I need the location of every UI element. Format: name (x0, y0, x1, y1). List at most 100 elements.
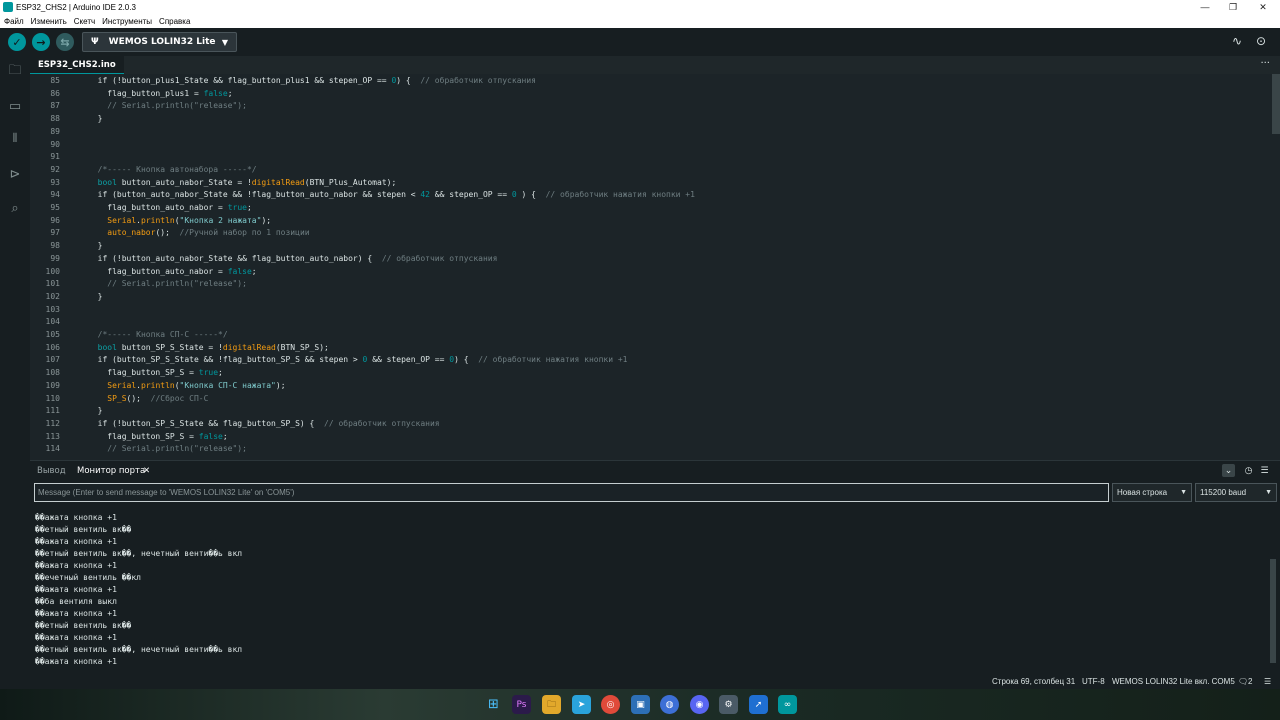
autoscroll-icon[interactable]: ⌄ (1222, 464, 1235, 477)
line-number: 113 (45, 431, 60, 441)
menu-help[interactable]: Справка (159, 17, 190, 26)
debug-icon[interactable]: ⊳ (7, 166, 23, 182)
line-number: 93 (50, 177, 60, 187)
line-number: 86 (50, 88, 60, 98)
chrome-icon[interactable]: ◎ (601, 695, 620, 714)
board-selector[interactable]: Ψ WEMOS LOLIN32 Lite ▼ (82, 32, 237, 52)
line-number: 102 (45, 291, 60, 301)
code-text: /*----- Кнопка автонабора -----*/ (97, 164, 257, 174)
code-line: 110 SP_S(); //Сброс СП-С (30, 393, 1270, 406)
code-text: bool button_auto_nabor_State = !digitalR… (97, 177, 397, 187)
upload-button[interactable]: → (32, 33, 50, 51)
app-icon[interactable]: ▣ (631, 695, 650, 714)
tab-serial-monitor[interactable]: Монитор порта (77, 466, 145, 476)
line-number: 104 (45, 317, 60, 327)
line-number: 85 (50, 76, 60, 85)
discord-icon[interactable]: ◉ (690, 695, 709, 714)
serial-line: ��ажата кнопка +1 (35, 561, 117, 570)
code-line: 94 if (button_auto_nabor_State && !flag_… (30, 189, 1270, 202)
minimize-button[interactable]: — (1190, 0, 1220, 14)
code-text: if (button_auto_nabor_State && !flag_but… (88, 190, 695, 200)
code-line: 102 } (30, 291, 1270, 304)
line-number: 92 (50, 164, 60, 174)
code-line: 100 flag_button_auto_nabor = false; (30, 266, 1270, 279)
photoshop-icon[interactable]: Ps (512, 695, 531, 714)
serial-line: ��ажата кнопка +1 (35, 657, 117, 666)
file-explorer-icon[interactable]: 🗀 (542, 695, 561, 714)
chevron-down-icon: ▼ (1180, 489, 1187, 496)
code-line: 112 if (!button_SP_S_State && flag_butto… (30, 418, 1270, 431)
folder-icon[interactable]: 🗀 (7, 63, 23, 80)
serial-line: ��ажата кнопка +1 (35, 537, 117, 546)
code-text: flag_button_auto_nabor = true; (88, 203, 252, 212)
app-icon[interactable]: ◍ (660, 695, 679, 714)
menu-file[interactable]: Файл (4, 17, 24, 26)
serial-message-row: Message (Enter to send message to 'WEMOS… (34, 483, 1278, 502)
maximize-button[interactable]: ❐ (1218, 0, 1248, 14)
serial-scrollbar[interactable] (1270, 559, 1276, 663)
start-icon[interactable]: ⊞ (484, 695, 503, 714)
line-ending-select[interactable]: Новая строка ▼ (1112, 483, 1192, 502)
line-number: 89 (50, 126, 60, 136)
serial-line: ��ажата кнопка +1 (35, 633, 117, 642)
code-text: bool button_SP_S_State = !digitalRead(BT… (97, 342, 329, 352)
library-manager-icon[interactable]: 𝍪 (7, 131, 23, 148)
telegram-icon[interactable]: ➤ (572, 695, 591, 714)
timestamp-icon[interactable]: ◷ (1242, 464, 1255, 477)
serial-line: ��етный вентиль вк�� (35, 525, 132, 534)
menu-icon[interactable]: ☰ (1264, 677, 1271, 686)
line-number: 98 (50, 241, 60, 251)
code-line: 111 } (30, 405, 1270, 418)
activity-sidebar: 🗀 ▭ 𝍪 ⊳ ⌕ (0, 56, 30, 676)
menu-edit[interactable]: Изменить (31, 17, 67, 26)
code-line: 95 flag_button_auto_nabor = true; (30, 202, 1270, 215)
code-text: flag_button_plus1 = false; (88, 88, 233, 98)
boards-manager-icon[interactable]: ▭ (7, 98, 23, 114)
tab-esp32-chs2[interactable]: ESP32_CHS2.ino (30, 56, 124, 74)
code-text: flag_button_auto_nabor = false; (88, 266, 257, 276)
editor-scrollbar[interactable] (1272, 74, 1280, 134)
code-editor[interactable]: 85 if (!button_plus1_State && flag_butto… (30, 74, 1280, 460)
file-encoding: UTF-8 (1082, 677, 1105, 686)
code-text: if (!button_SP_S_State && flag_button_SP… (88, 418, 440, 428)
code-text: // Serial.println("release"); (107, 444, 247, 454)
code-line: 85 if (!button_plus1_State && flag_butto… (30, 75, 1270, 88)
search-icon[interactable]: ⌕ (7, 200, 23, 216)
more-icon[interactable]: ··· (1260, 58, 1270, 69)
close-window-button[interactable]: ✕ (1248, 0, 1278, 14)
clear-output-icon[interactable]: ☰ (1258, 464, 1271, 477)
code-text: SP_S(); //Сброс СП-С (107, 393, 209, 403)
menu-sketch[interactable]: Скетч (74, 17, 95, 26)
chevron-down-icon: ▼ (1265, 489, 1272, 496)
cursor-position: Строка 69, столбец 31 (992, 677, 1076, 686)
verify-button[interactable]: ✓ (8, 33, 26, 51)
serial-plotter-icon[interactable]: ∿ (1232, 34, 1242, 48)
code-line: 86 flag_button_plus1 = false; (30, 88, 1270, 101)
settings-icon[interactable]: ⚙ (719, 695, 738, 714)
code-text: flag_button_SP_S = true; (88, 368, 223, 378)
app-icon[interactable]: ➚ (749, 695, 768, 714)
close-tab-icon[interactable]: ✕ (143, 466, 150, 476)
check-icon: ✓ (12, 35, 22, 49)
line-number: 99 (50, 253, 60, 263)
baud-rate-select[interactable]: 115200 baud ▼ (1195, 483, 1277, 502)
notifications-icon[interactable]: 🗨 (1238, 677, 1248, 686)
code-line: 90 (30, 139, 1270, 152)
arduino-taskbar-icon[interactable]: ∞ (778, 695, 797, 714)
menu-tools[interactable]: Инструменты (102, 17, 152, 26)
line-number: 110 (45, 393, 60, 403)
serial-line: ��ажата кнопка +1 (35, 609, 117, 618)
code-line: 99 if (!button_auto_nabor_State && flag_… (30, 253, 1270, 266)
serial-monitor-icon[interactable]: ⊙ (1256, 34, 1266, 48)
serial-message-input[interactable]: Message (Enter to send message to 'WEMOS… (34, 483, 1109, 502)
serial-line: ��ба вентиля выкл (35, 597, 117, 606)
tab-output[interactable]: Вывод (37, 466, 66, 476)
debug-button[interactable]: ⇆ (56, 33, 74, 51)
line-number: 97 (50, 228, 60, 238)
code-line: 93 bool button_auto_nabor_State = !digit… (30, 177, 1270, 190)
line-number: 106 (45, 342, 60, 352)
line-number: 100 (45, 266, 60, 276)
notifications-count: 2 (1248, 677, 1253, 686)
baud-rate-value: 115200 baud (1200, 488, 1247, 497)
code-text: } (88, 114, 103, 124)
